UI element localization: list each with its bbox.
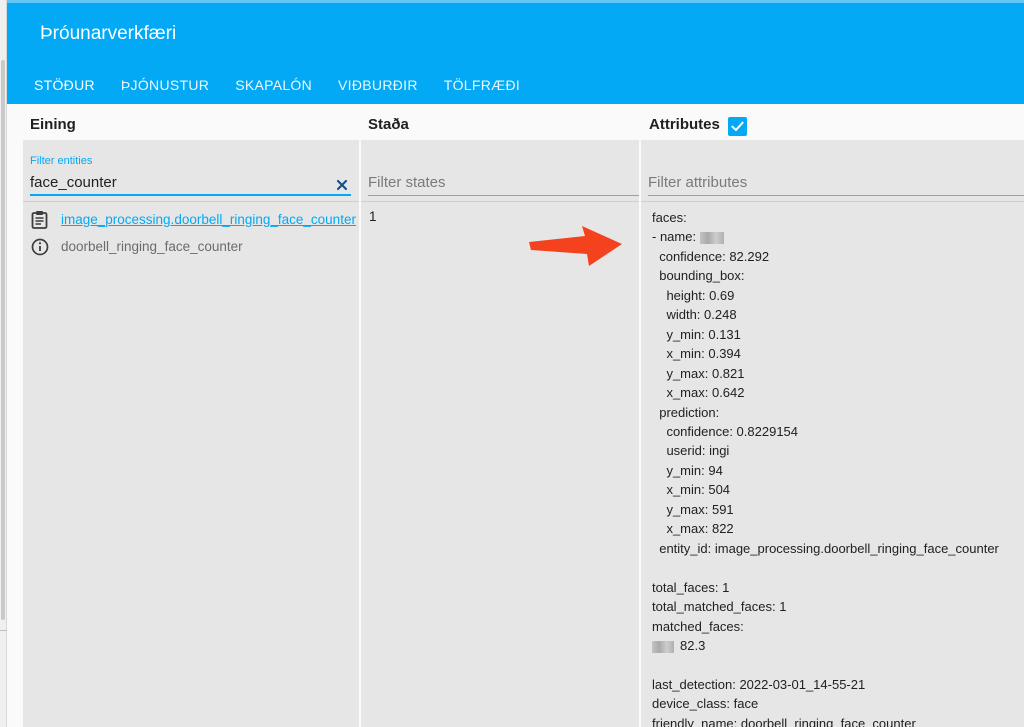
entity-filter-label: Filter entities <box>30 155 93 167</box>
redacted-value <box>652 640 674 653</box>
tab-statistics[interactable]: TÖLFRÆÐI <box>431 61 533 107</box>
tab-states[interactable]: STÖÐUR <box>21 61 108 107</box>
state-filter[interactable]: Filter states <box>368 150 639 196</box>
attribute-line: bounding_box: <box>652 268 745 284</box>
attribute-line: friendly_name: doorbell_ringing_face_cou… <box>652 715 916 727</box>
edge-divider <box>0 630 7 631</box>
attribute-line <box>652 558 999 577</box>
attributes-filter[interactable]: Filter attributes <box>648 150 1024 196</box>
attribute-line: y_max: 591 <box>652 501 734 517</box>
entity-id-link[interactable]: image_processing.doorbell_ringing_face_c… <box>61 212 356 227</box>
row-divider <box>361 201 639 202</box>
clipboard-text-icon[interactable] <box>31 210 48 234</box>
checkbox-checked-icon <box>731 121 744 132</box>
redacted-value <box>699 232 724 245</box>
attribute-line: entity_id: image_processing.doorbell_rin… <box>652 540 999 556</box>
attribute-line: height: 0.69 <box>652 287 735 303</box>
scrollbar-thumb[interactable] <box>1 60 5 620</box>
attributes-text: faces: - name: confidence: 82.292 boundin… <box>652 208 999 727</box>
column-header-entity: Eining <box>30 116 76 133</box>
attributes-checkbox[interactable] <box>728 117 747 136</box>
tab-templates[interactable]: SKAPALÓN <box>222 61 325 107</box>
attribute-line: x_min: 504 <box>652 482 731 498</box>
attribute-line <box>652 655 999 674</box>
state-filter-input[interactable]: Filter states <box>368 174 446 191</box>
attribute-line: y_min: 0.131 <box>652 326 741 342</box>
attributes-filter-input[interactable]: Filter attributes <box>648 174 747 191</box>
page-title: Þróunarverkfæri <box>40 23 177 44</box>
column-header-attributes: Attributes <box>649 116 720 133</box>
attribute-line: userid: ingi <box>652 443 730 459</box>
attribute-line: x_max: 822 <box>652 521 734 537</box>
entity-column: Filter entities face_counter image_proce… <box>23 140 359 727</box>
information-outline-icon[interactable] <box>31 238 49 261</box>
entity-filter-input[interactable]: face_counter <box>30 174 117 191</box>
close-icon[interactable] <box>335 178 349 192</box>
attribute-line: - name: <box>652 227 999 246</box>
attributes-column: Filter attributes faces: - name: confiden… <box>641 140 1024 727</box>
state-filter-underline <box>368 195 639 196</box>
attributes-filter-underline <box>648 195 1024 196</box>
attribute-line: x_max: 0.642 <box>652 385 745 401</box>
attribute-line: matched_faces: <box>652 618 744 634</box>
attribute-line: device_class: face <box>652 696 759 712</box>
attribute-line: x_min: 0.394 <box>652 346 741 362</box>
tab-events[interactable]: VIÐBURÐIR <box>325 61 431 107</box>
app-header: Þróunarverkfæri STÖÐUR ÞJÓNUSTUR SKAPALÓ… <box>7 0 1024 107</box>
attribute-line: last_detection: 2022-03-01_14-55-21 <box>652 676 866 692</box>
attribute-line: faces: <box>652 210 687 225</box>
attribute-line: confidence: 82.292 <box>652 248 770 264</box>
attribute-line: confidence: 0.8229154 <box>652 423 799 439</box>
red-arrow-annotation <box>529 226 622 266</box>
states-table: Eining Staða Attributes Filter entities … <box>7 104 1024 727</box>
attribute-line: y_max: 0.821 <box>652 365 745 381</box>
tab-services[interactable]: ÞJÓNUSTUR <box>108 61 222 107</box>
entity-state-value: 1 <box>369 209 377 224</box>
entity-filter-underline <box>30 194 351 196</box>
entity-filter[interactable]: Filter entities face_counter <box>30 150 351 196</box>
attribute-line: prediction: <box>652 404 720 420</box>
row-divider <box>23 201 359 202</box>
attribute-line: y_min: 94 <box>652 462 723 478</box>
attribute-line: 82.3 <box>652 636 999 655</box>
entity-friendly-name: doorbell_ringing_face_counter <box>61 239 243 254</box>
attribute-line: width: 0.248 <box>652 307 737 323</box>
developer-tools-app: Þróunarverkfæri STÖÐUR ÞJÓNUSTUR SKAPALÓ… <box>7 0 1024 727</box>
window-left-edge <box>0 0 7 727</box>
row-divider <box>641 201 1024 202</box>
tab-bar: STÖÐUR ÞJÓNUSTUR SKAPALÓN VIÐBURÐIR TÖLF… <box>21 61 533 107</box>
attribute-line: total_matched_faces: 1 <box>652 599 787 615</box>
attribute-line: total_faces: 1 <box>652 579 730 595</box>
column-header-state: Staða <box>368 116 409 133</box>
